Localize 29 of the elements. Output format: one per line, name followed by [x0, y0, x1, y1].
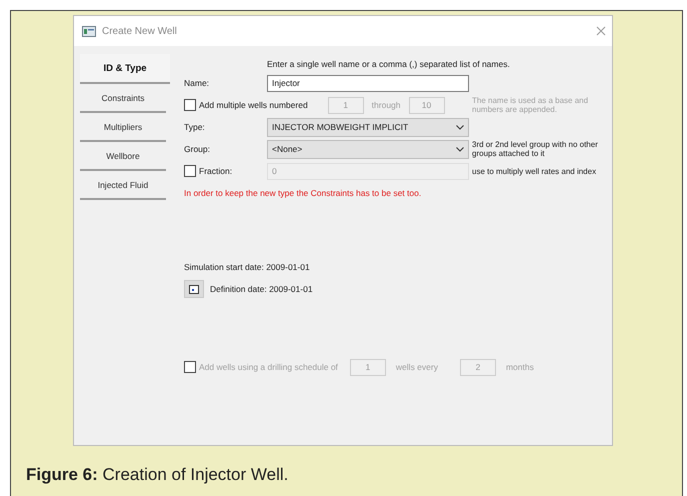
through-label: through — [372, 100, 401, 110]
window-icon — [82, 26, 96, 36]
type-label: Type: — [184, 122, 206, 132]
calendar-button[interactable] — [184, 280, 204, 298]
window-title: Create New Well — [102, 26, 177, 36]
simulation-start-date: Simulation start date: 2009-01-01 — [184, 262, 310, 272]
close-icon[interactable] — [596, 26, 606, 36]
warning-text: In order to keep the new type the Constraints has to be set too. — [184, 188, 422, 198]
figure-caption: Figure 6: Creation of Injector Well. — [26, 465, 290, 485]
group-dropdown[interactable]: <None> — [267, 140, 469, 158]
chevron-icon — [456, 124, 464, 130]
name-label: Name: — [184, 78, 210, 88]
type-dropdown[interactable]: INJECTOR MOBWEIGHT IMPLICIT — [267, 118, 469, 136]
wells-every-label: wells every — [396, 362, 438, 372]
definition-date: Definition date: 2009-01-01 — [210, 284, 313, 294]
multiple-wells-label: Add multiple wells numbered — [199, 100, 308, 110]
note-text: 3rd or 2nd level group with no other groups attached to it — [472, 140, 599, 158]
group-label: Group: — [184, 144, 211, 154]
hint-text: Enter a single well name or a comma (,) separated list of names. — [267, 59, 510, 69]
tab[interactable]: ID & Type — [80, 54, 170, 84]
name-field[interactable]: Injector — [267, 74, 469, 92]
calendar-icon — [189, 284, 199, 294]
chevron-icon — [456, 146, 464, 152]
note-text: The name is used as a base and numbers are appended. — [472, 96, 590, 114]
fraction-label: Fraction: — [199, 166, 232, 176]
note-text: use to multiply well rates and index — [472, 166, 598, 176]
months-label: months — [506, 362, 534, 372]
checkbox[interactable] — [184, 165, 196, 177]
schedule-label: Add wells using a drilling schedule of — [199, 362, 338, 372]
